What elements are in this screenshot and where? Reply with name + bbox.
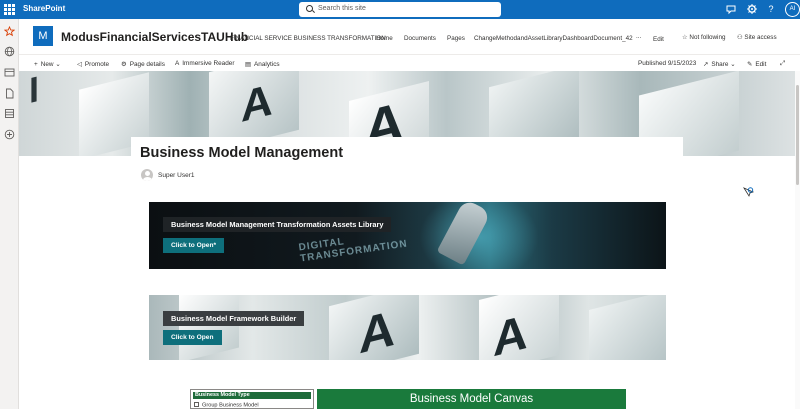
nav-edit-link[interactable]: Edit <box>653 36 664 43</box>
promote-button[interactable]: ◁ Promote <box>77 60 109 68</box>
share-icon: ↗ <box>703 61 709 68</box>
banner2-title: Business Model Framework Builder <box>163 311 305 326</box>
follow-label: Not following <box>689 34 726 41</box>
page-title: Business Model Management <box>140 145 344 161</box>
cursor-pointer-icon <box>743 187 755 197</box>
suite-bar: SharePoint Search this site ? AI <box>0 0 800 19</box>
globe-icon[interactable] <box>4 46 15 57</box>
settings-gear-icon[interactable] <box>746 3 758 15</box>
edit-page-button[interactable]: ✎ Edit <box>747 60 766 68</box>
search-placeholder: Search this site <box>318 5 366 12</box>
framework-builder-banner[interactable]: A A Business Model Framework Builder Cli… <box>149 295 666 360</box>
checkbox[interactable] <box>194 402 199 407</box>
lists-icon[interactable] <box>4 108 15 119</box>
nav-more-icon[interactable]: ... <box>636 33 641 40</box>
share-button[interactable]: ↗ Share ⌄ <box>703 60 736 68</box>
search-box[interactable]: Search this site <box>299 2 501 17</box>
app-launcher-icon[interactable] <box>4 4 15 15</box>
gear-icon: ⚙ <box>121 61 127 68</box>
nav-item-pages[interactable]: Pages <box>447 35 465 42</box>
chevron-down-icon: ⌄ <box>730 61 736 68</box>
site-title[interactable]: ModusFinancialServicesTAUHub <box>61 30 248 44</box>
site-access-label: Site access <box>744 34 777 41</box>
search-icon <box>306 5 313 12</box>
app-bar <box>0 19 19 409</box>
site-logo[interactable]: M <box>33 26 53 46</box>
published-date: Published 9/15/2023 <box>638 60 697 67</box>
home-icon[interactable] <box>4 26 15 37</box>
author-avatar[interactable] <box>141 169 153 181</box>
feedback-icon[interactable] <box>725 3 737 15</box>
scrollbar-thumb[interactable] <box>796 85 799 185</box>
megaphone-icon: ◁ <box>77 61 82 68</box>
create-icon[interactable] <box>4 129 15 140</box>
business-model-type-panel: Business Model Type Group Business Model <box>190 389 314 409</box>
business-model-canvas-header: Business Model Canvas <box>317 389 626 409</box>
pencil-icon: ✎ <box>747 61 753 68</box>
nav-item-change-method[interactable]: ChangeMethodandAssetLibraryDashboardDocu… <box>474 35 633 42</box>
site-access-icon: ⚇ <box>737 34 743 41</box>
banner1-open-button[interactable]: Click to Open* <box>163 238 225 253</box>
follow-button[interactable]: ☆ Not following <box>682 34 725 41</box>
document-icon[interactable] <box>4 88 15 99</box>
analytics-icon: ▤ <box>245 61 252 68</box>
group-business-model-option[interactable]: Group Business Model <box>194 402 259 408</box>
banner2-open-button[interactable]: Click to Open <box>163 330 222 345</box>
assets-library-banner[interactable]: DIGITAL TRANSFORMATION Business Model Ma… <box>149 202 666 269</box>
banner1-overlay-text: DIGITAL TRANSFORMATION <box>297 236 409 265</box>
help-icon[interactable]: ? <box>765 3 777 15</box>
chevron-down-icon: ⌄ <box>55 61 61 68</box>
expand-icon[interactable]: ⤢ <box>780 60 785 68</box>
site-access-button[interactable]: ⚇ Site access <box>737 34 777 41</box>
command-bar: + New ⌄ ◁ Promote ⚙ Page details A Immersive… <box>19 54 800 71</box>
business-model-type-header: Business Model Type <box>193 392 311 399</box>
page-details-button[interactable]: ⚙ Page details <box>121 60 165 68</box>
new-button[interactable]: + New ⌄ <box>34 60 61 68</box>
news-icon[interactable] <box>4 67 15 78</box>
suite-app-name[interactable]: SharePoint <box>23 4 65 13</box>
plus-icon: + <box>34 61 38 68</box>
analytics-button[interactable]: ▤ Analytics <box>245 60 280 68</box>
nav-item-financial-service[interactable]: FINANCIAL SERVICE BUSINESS TRANSFORMATIO… <box>230 35 386 42</box>
banner1-title: Business Model Management Transformation… <box>163 217 392 232</box>
nav-item-home[interactable]: Home <box>376 35 393 42</box>
user-avatar[interactable]: AI <box>785 2 800 17</box>
author-name[interactable]: Super User1 <box>158 172 195 179</box>
star-icon: ☆ <box>682 34 688 41</box>
immersive-reader-icon: A <box>175 60 180 67</box>
immersive-reader-button[interactable]: A Immersive Reader <box>175 60 234 67</box>
nav-item-documents[interactable]: Documents <box>404 35 436 42</box>
